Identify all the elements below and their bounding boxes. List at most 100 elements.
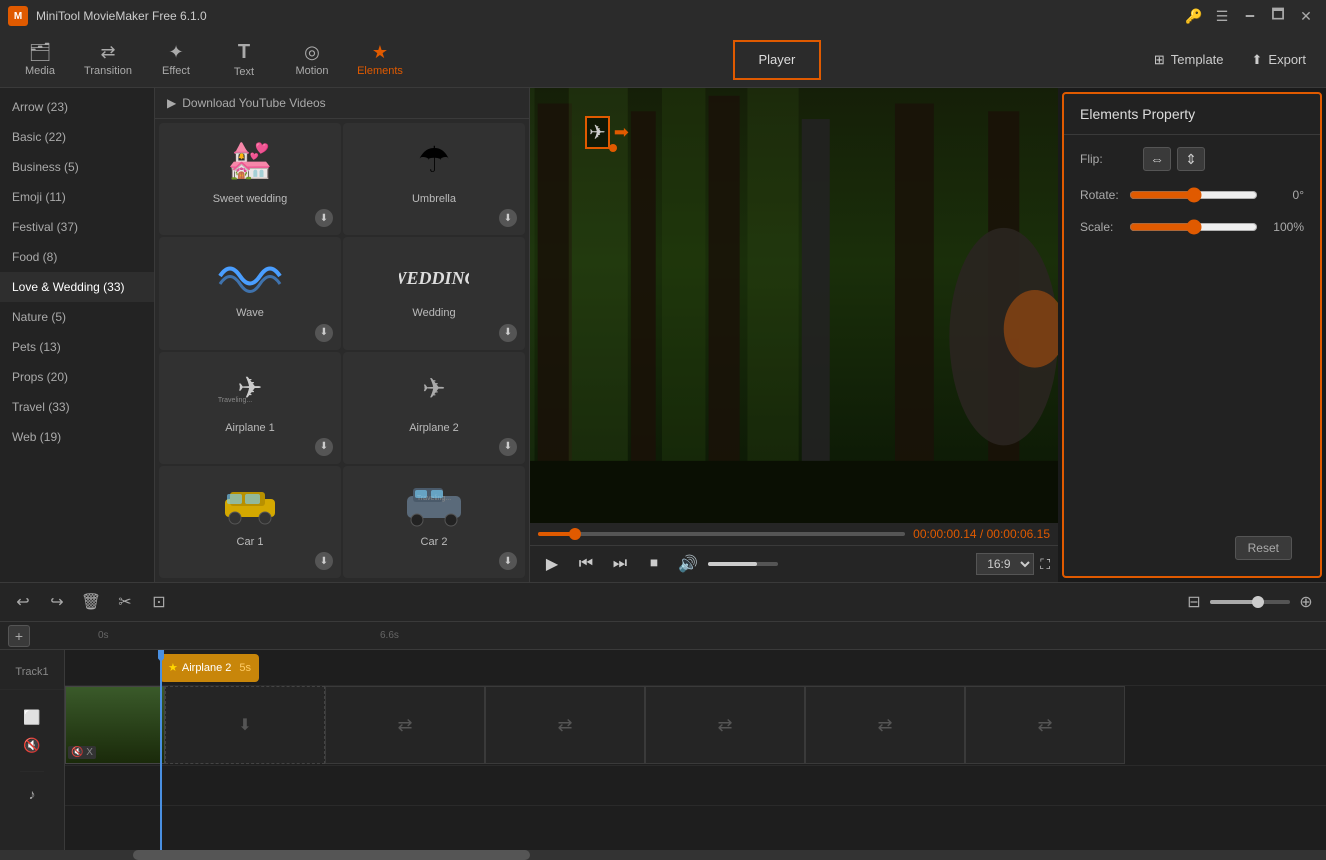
redo-button[interactable]: ↪ <box>42 587 72 617</box>
track-video-icon[interactable]: ⬜ <box>20 706 44 730</box>
track-audio-icon[interactable]: 🔇 <box>20 734 44 758</box>
category-basic[interactable]: Basic (22) <box>0 122 154 152</box>
category-list: Arrow (23) Basic (22) Business (5) Emoji… <box>0 88 155 582</box>
element-airplane2[interactable]: ✈ Airplane 2 ⬇ <box>343 352 525 464</box>
video-track: 🔇 X ⬇ ⇄ ⇄ ⇄ ⇄ ⇄ <box>65 686 1326 766</box>
delete-button[interactable]: 🗑 <box>76 587 106 617</box>
volume-button[interactable]: 🔊 <box>674 550 702 578</box>
category-travel[interactable]: Travel (33) <box>0 392 154 422</box>
transition-slot-5[interactable]: ⇄ <box>965 686 1125 764</box>
undo-button[interactable]: ↩ <box>8 587 38 617</box>
bottom-toolbar: ↩ ↪ 🗑 ✂ ⊡ ⊟ ⊕ <box>0 582 1326 622</box>
youtube-icon: ▶ <box>167 96 176 110</box>
crop-button[interactable]: ⊡ <box>144 587 174 617</box>
category-props[interactable]: Props (20) <box>0 362 154 392</box>
scale-row: Scale: 100% <box>1080 219 1304 235</box>
volume-slider[interactable] <box>708 562 778 566</box>
category-nature[interactable]: Nature (5) <box>0 302 154 332</box>
flip-horizontal-button[interactable]: ⇔ <box>1143 147 1171 171</box>
track-music-icon[interactable]: ♪ <box>20 782 44 806</box>
timeline-scrollbar-thumb[interactable] <box>133 850 531 860</box>
flip-vertical-button[interactable]: ⇕ <box>1177 147 1205 171</box>
prev-frame-button[interactable]: ⏮ <box>572 550 600 578</box>
category-emoji[interactable]: Emoji (11) <box>0 182 154 212</box>
category-food[interactable]: Food (8) <box>0 242 154 272</box>
element-selection-box[interactable]: ✈ <box>585 116 610 149</box>
category-business[interactable]: Business (5) <box>0 152 154 182</box>
export-button[interactable]: ⬆ Export <box>1240 46 1318 74</box>
element-sweet-wedding[interactable]: 💒 Sweet wedding ⬇ <box>159 123 341 235</box>
center-panel: ✈ ➡ 00:00:00.14 / 00:00:06.15 ▶ ⏮ ⏭ ⏹ <box>530 88 1058 582</box>
transition-slot-2[interactable]: ⇄ <box>485 686 645 764</box>
template-icon: ⊞ <box>1154 52 1165 68</box>
timeline-scrollbar[interactable] <box>0 850 1326 860</box>
category-web[interactable]: Web (19) <box>0 422 154 452</box>
element-preview: ✈ Traveling... <box>210 358 290 418</box>
play-button[interactable]: ▶ <box>538 550 566 578</box>
aspect-ratio-select[interactable]: 16:9 9:16 1:1 4:3 <box>976 553 1034 575</box>
rotate-row: Rotate: 0° <box>1080 187 1304 203</box>
split-button[interactable]: ✂ <box>110 587 140 617</box>
element-wave[interactable]: Wave ⬇ <box>159 237 341 349</box>
tool-transition[interactable]: ⇄ Transition <box>76 36 140 84</box>
element-wedding[interactable]: WEDDING Wedding ⬇ <box>343 237 525 349</box>
category-arrow[interactable]: Arrow (23) <box>0 92 154 122</box>
player-tab[interactable]: Player <box>733 40 822 80</box>
mute-indicator: 🔇 X <box>68 746 96 759</box>
download-badge: ⬇ <box>315 324 333 342</box>
maximize-button[interactable]: 🗖 <box>1266 4 1290 28</box>
track-labels: Track1 ⬜ 🔇 ♪ <box>0 650 65 850</box>
template-button[interactable]: ⊞ Template <box>1142 46 1236 74</box>
elements-panel: ▶ Download YouTube Videos 💒 Sweet weddin… <box>155 88 529 582</box>
download-badge: ⬇ <box>499 552 517 570</box>
element-car2[interactable]: Traveling... Car 2 ⬇ <box>343 466 525 578</box>
svg-text:☂: ☂ <box>418 139 450 180</box>
element-preview: ✈ <box>394 358 474 418</box>
reset-button[interactable]: Reset <box>1235 536 1292 560</box>
element-car1[interactable]: Car 1 ⬇ <box>159 466 341 578</box>
fullscreen-button[interactable]: ⛶ <box>1040 556 1050 573</box>
tool-text[interactable]: T Text <box>212 36 276 84</box>
category-pets[interactable]: Pets (13) <box>0 332 154 362</box>
category-festival[interactable]: Festival (37) <box>0 212 154 242</box>
elements-property-panel: Elements Property Flip: ⇔ ⇕ Rotate: 0° <box>1062 92 1322 578</box>
rotate-slider[interactable] <box>1129 187 1258 203</box>
scale-slider[interactable] <box>1129 219 1258 235</box>
ruler-mark-start: 0s <box>98 630 109 641</box>
motion-icon: ◎ <box>304 42 320 63</box>
empty-transition-slot-1[interactable]: ⬇ <box>165 686 325 764</box>
next-frame-button[interactable]: ⏭ <box>606 550 634 578</box>
main-area: Arrow (23) Basic (22) Business (5) Emoji… <box>0 88 1326 582</box>
add-track-button[interactable]: + <box>8 625 30 647</box>
transition-slot-3[interactable]: ⇄ <box>645 686 805 764</box>
element-preview: 💒 <box>210 129 290 189</box>
zoom-slider[interactable] <box>1210 600 1290 604</box>
element-umbrella[interactable]: ☂ Umbrella ⬇ <box>343 123 525 235</box>
minimize-button[interactable]: 🔑 <box>1182 4 1206 28</box>
music-track <box>65 766 1326 806</box>
element-airplane1[interactable]: ✈ Traveling... Airplane 1 ⬇ <box>159 352 341 464</box>
zoom-in-button[interactable]: ⊕ <box>1294 590 1318 614</box>
transition-slot-4[interactable]: ⇄ <box>805 686 965 764</box>
tool-motion[interactable]: ◎ Motion <box>280 36 344 84</box>
category-love-wedding[interactable]: Love & Wedding (33) <box>0 272 154 302</box>
transition-slot-1[interactable]: ⇄ <box>325 686 485 764</box>
rotate-controls: 0° <box>1129 187 1304 203</box>
element-preview: Traveling... <box>394 472 474 532</box>
download-badge: ⬇ <box>499 209 517 227</box>
time-progress-bar[interactable] <box>538 532 905 536</box>
restore-button[interactable]: 🗕 <box>1238 4 1262 28</box>
tool-media[interactable]: 🗂 Media <box>8 36 72 84</box>
time-progress-thumb[interactable] <box>569 528 581 540</box>
download-youtube-header[interactable]: ▶ Download YouTube Videos <box>155 88 529 119</box>
close-button[interactable]: ✕ <box>1294 4 1318 28</box>
window-controls: 🔑 ☰ 🗕 🗖 ✕ <box>1182 4 1318 28</box>
tool-effect[interactable]: ✦ Effect <box>144 36 208 84</box>
stop-button[interactable]: ⏹ <box>640 550 668 578</box>
menu-button[interactable]: ☰ <box>1210 4 1234 28</box>
video-thumbnail-1[interactable]: 🔇 X <box>65 686 165 764</box>
zoom-out-button[interactable]: ⊟ <box>1182 590 1206 614</box>
track-element-airplane2[interactable]: ★ Airplane 2 5s <box>160 654 259 682</box>
tool-elements[interactable]: ★ Elements <box>348 36 412 84</box>
svg-text:💒: 💒 <box>228 139 273 180</box>
